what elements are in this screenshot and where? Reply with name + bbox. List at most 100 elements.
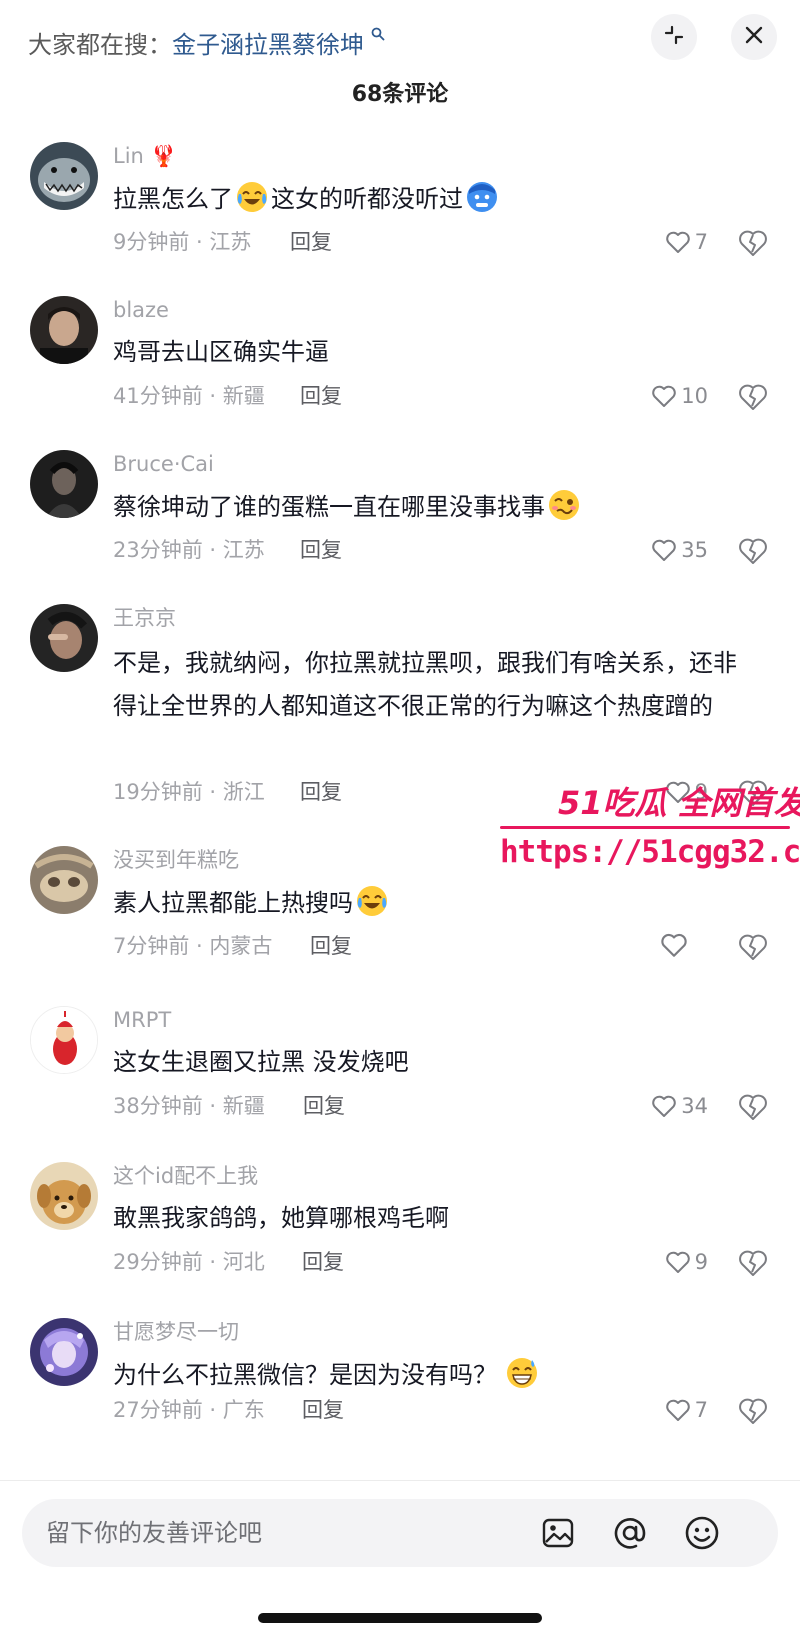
collapse-button[interactable] [651, 14, 697, 60]
comment-meta: 9分钟前 · 江苏 [113, 230, 252, 254]
broken-heart-icon[interactable] [738, 382, 768, 412]
reply-button[interactable]: 回复 [303, 1092, 345, 1120]
comment-username[interactable]: blaze [113, 296, 169, 324]
crying-laugh-emoji [357, 886, 387, 916]
mention-button[interactable] [608, 1511, 652, 1555]
like-button[interactable]: 10 [651, 382, 708, 410]
comment-input[interactable]: 留下你的友善评论吧 [22, 1499, 778, 1567]
emoji-button[interactable] [680, 1511, 724, 1555]
comment-text: 蔡徐坤动了谁的蛋糕一直在哪里没事找事 [113, 488, 753, 526]
reply-button[interactable]: 回复 [300, 778, 342, 806]
heart-icon [652, 1095, 677, 1117]
avatar[interactable] [30, 142, 98, 210]
comment-time: 19分钟前 [113, 780, 203, 804]
comment-region: 浙江 [222, 780, 265, 804]
at-icon [614, 1518, 646, 1549]
comment-time: 9分钟前 [113, 230, 190, 254]
like-button[interactable]: 35 [651, 536, 708, 564]
comment-meta: 29分钟前 · 河北 [113, 1250, 265, 1274]
avatar[interactable] [30, 1006, 98, 1074]
heart-icon [665, 1399, 690, 1421]
search-suggestion-prefix: 大家都在搜： [28, 31, 172, 59]
heart-icon [665, 231, 690, 253]
comment-username[interactable]: Bruce·Cai [113, 450, 214, 478]
comment-time: 29分钟前 [113, 1250, 203, 1274]
avatar[interactable] [30, 1162, 98, 1230]
comment-username[interactable]: Lin 🦞 [113, 142, 177, 170]
search-icon [366, 27, 385, 45]
image-button[interactable] [536, 1511, 580, 1555]
comment-username[interactable]: MRPT [113, 1006, 171, 1034]
comment-username[interactable]: 王京京 [113, 604, 176, 632]
comment-text-part: 为什么不拉黑微信？是因为没有吗？ [113, 1361, 497, 1389]
comment-text: 鸡哥去山区确实牛逼 [113, 338, 329, 366]
top-bar: 大家都在搜：金子涵拉黑蔡徐坤 [0, 0, 800, 72]
comment-text-part: 这女的听都没听过 [271, 185, 463, 213]
comment-meta: 38分钟前 · 新疆 [113, 1094, 265, 1118]
comment-meta: 41分钟前 · 新疆 [113, 384, 265, 408]
comment-meta: 7分钟前 · 内蒙古 [113, 934, 273, 958]
comment-meta: 23分钟前 · 江苏 [113, 538, 265, 562]
image-icon [542, 1518, 574, 1548]
comment-time: 27分钟前 [113, 1398, 203, 1422]
collapse-icon [662, 23, 686, 51]
search-suggestion[interactable]: 大家都在搜：金子涵拉黑蔡徐坤 [28, 18, 385, 63]
comment-username[interactable]: 甘愿梦尽一切 [113, 1318, 239, 1346]
broken-heart-icon[interactable] [738, 1092, 768, 1122]
cold-face-emoji [467, 182, 497, 212]
broken-heart-icon[interactable] [738, 228, 768, 258]
crying-laugh-emoji [237, 182, 267, 212]
comment-input-bar: 留下你的友善评论吧 [0, 1480, 800, 1635]
comment-text-part: 素人拉黑都能上热搜吗 [113, 889, 353, 917]
comment-time: 7分钟前 [113, 934, 190, 958]
comment-time: 38分钟前 [113, 1094, 203, 1118]
watermark-url: https://51cgg32.com [500, 834, 800, 870]
avatar[interactable] [30, 604, 98, 672]
comment-region: 河北 [222, 1250, 265, 1274]
comment-text: 敢黑我家鸽鸽，她算哪根鸡毛啊 [113, 1204, 449, 1232]
reply-button[interactable]: 回复 [302, 1248, 344, 1276]
reply-button[interactable]: 回复 [300, 382, 342, 410]
comment-text: 为什么不拉黑微信？是因为没有吗？ [113, 1356, 753, 1394]
watermark-brand: 51吃瓜 全网首发 [558, 784, 800, 822]
watermark-divider [500, 826, 790, 829]
broken-heart-icon[interactable] [738, 536, 768, 566]
like-count: 10 [681, 384, 708, 408]
comment-region: 新疆 [222, 1094, 265, 1118]
woozy-face-emoji [549, 490, 579, 520]
like-count: 9 [694, 1250, 708, 1274]
comment-text-part: 拉黑怎么了 [113, 185, 233, 213]
comment-username[interactable]: 没买到年糕吃 [113, 846, 239, 874]
reply-button[interactable]: 回复 [300, 536, 342, 564]
search-suggestion-term[interactable]: 金子涵拉黑蔡徐坤 [172, 31, 364, 59]
broken-heart-icon[interactable] [738, 1248, 768, 1278]
heart-icon [665, 1251, 690, 1273]
heart-icon [652, 385, 677, 407]
broken-heart-icon[interactable] [738, 932, 768, 962]
close-icon [743, 24, 765, 50]
avatar[interactable] [30, 846, 98, 914]
like-button[interactable]: 7 [665, 228, 708, 256]
comment-input-placeholder: 留下你的友善评论吧 [46, 1519, 262, 1547]
avatar[interactable] [30, 296, 98, 364]
reply-button[interactable]: 回复 [290, 228, 332, 256]
comment-region: 江苏 [209, 230, 252, 254]
avatar[interactable] [30, 450, 98, 518]
comment-text: 不是，我就纳闷，你拉黑就拉黑呗，跟我们有啥关系，还非得让全世界的人都知道这不很正… [113, 649, 737, 720]
like-button[interactable]: 9 [665, 1248, 708, 1276]
broken-heart-icon[interactable] [738, 1396, 768, 1426]
avatar[interactable] [30, 1318, 98, 1386]
like-button[interactable]: 7 [665, 1396, 708, 1424]
reply-button[interactable]: 回复 [302, 1396, 344, 1424]
comment-region: 内蒙古 [209, 934, 273, 958]
comment-region: 江苏 [222, 538, 265, 562]
close-button[interactable] [731, 14, 777, 60]
comment-time: 41分钟前 [113, 384, 203, 408]
reply-button[interactable]: 回复 [310, 932, 352, 960]
comment-username[interactable]: 这个id配不上我 [113, 1162, 258, 1190]
like-button[interactable]: 34 [651, 1092, 708, 1120]
like-button[interactable] [660, 932, 692, 958]
comment-region: 新疆 [222, 384, 265, 408]
comment-meta: 27分钟前 · 广东 [113, 1398, 265, 1422]
grin-sweat-emoji [507, 1358, 537, 1388]
